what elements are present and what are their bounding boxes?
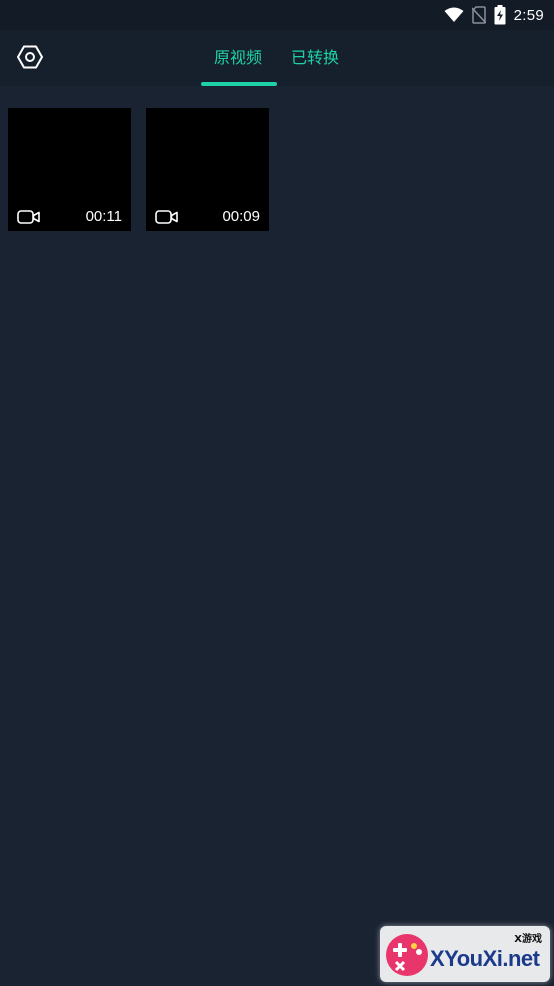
video-thumbnail[interactable]: 00:09 [146, 108, 269, 231]
wifi-icon [444, 7, 464, 23]
no-sim-icon [471, 6, 486, 24]
battery-charging-icon [494, 5, 506, 25]
video-thumbnail[interactable]: 00:11 [8, 108, 131, 231]
video-duration: 00:11 [85, 208, 122, 225]
gamepad-logo-icon [384, 932, 430, 982]
app-header: 原视频 已转换 [0, 30, 554, 86]
tab-original-videos[interactable]: 原视频 [214, 44, 262, 70]
watermark-logo: X游戏 XYouXi.net [380, 926, 550, 982]
status-icons: 2:59 [444, 4, 544, 26]
video-camera-icon [155, 209, 179, 225]
video-duration: 00:09 [222, 208, 260, 225]
status-bar: 2:59 [0, 0, 554, 30]
status-time: 2:59 [513, 6, 544, 24]
settings-hexagon-icon [17, 45, 43, 69]
active-tab-indicator [201, 82, 277, 86]
settings-button[interactable] [14, 42, 46, 72]
tab-converted[interactable]: 已转换 [291, 44, 339, 70]
watermark-text: XYouXi.net [430, 946, 540, 971]
watermark-tag: X游戏 [514, 934, 542, 945]
video-grid: 00:11 00:09 [8, 108, 284, 231]
video-camera-icon [17, 209, 41, 225]
